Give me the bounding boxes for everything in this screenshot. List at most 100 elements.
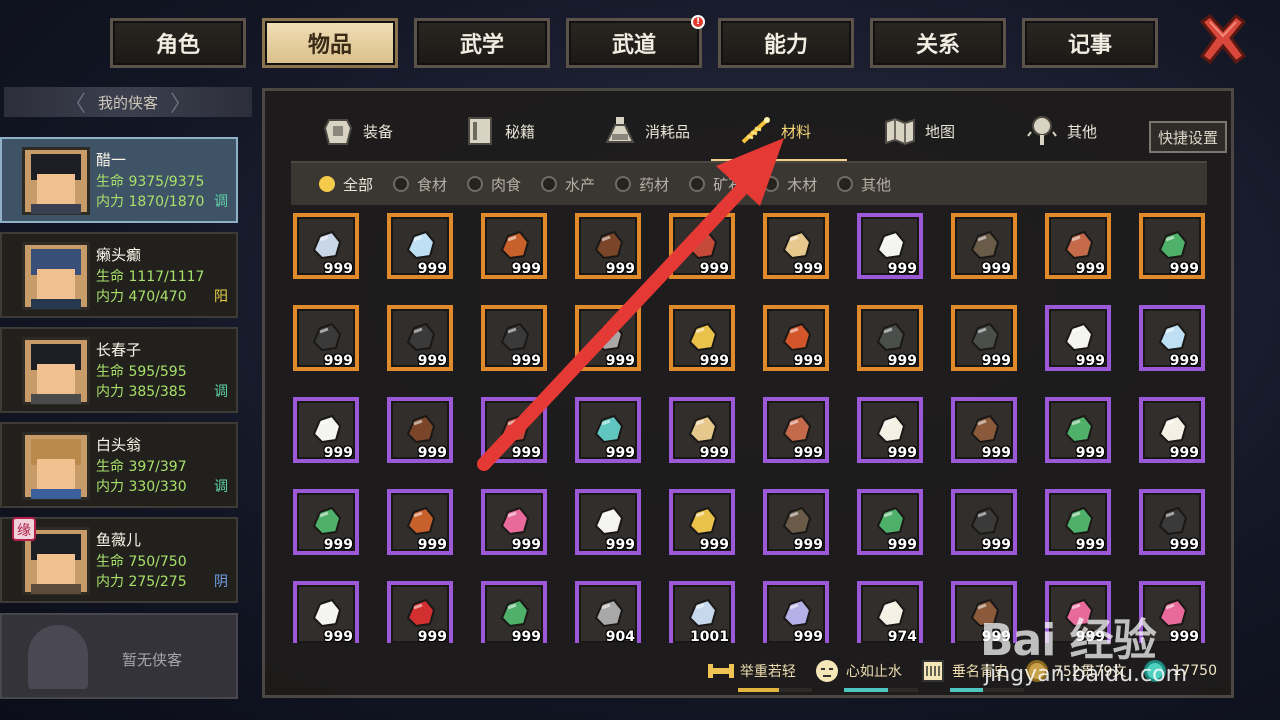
- category-label: 装备: [363, 122, 394, 141]
- item-slot[interactable]: 999: [1045, 489, 1111, 555]
- item-slot[interactable]: 999: [1045, 305, 1111, 371]
- item-quantity: 999: [1075, 445, 1105, 461]
- item-slot[interactable]: 999: [481, 489, 547, 555]
- category-label: 地图: [925, 122, 956, 141]
- hero-card[interactable]: 白头翁 生命 397/397 内力 330/330 调: [0, 422, 238, 508]
- item-slot[interactable]: 999: [669, 213, 735, 279]
- arrow-right-icon[interactable]: 〉: [170, 86, 192, 118]
- item-slot[interactable]: 999: [763, 489, 829, 555]
- item-slot[interactable]: 904: [575, 581, 641, 643]
- lava-rock-icon: [782, 322, 812, 351]
- tab-character[interactable]: 角色: [110, 18, 246, 68]
- tab-items[interactable]: 物品: [262, 18, 398, 68]
- item-slot[interactable]: 999: [481, 213, 547, 279]
- item-slot[interactable]: 999: [575, 489, 641, 555]
- radio-icon: [467, 176, 484, 192]
- brown-stone-icon: [782, 414, 812, 443]
- category-materials[interactable]: 材料: [739, 101, 811, 161]
- item-slot[interactable]: 999: [575, 305, 641, 371]
- quick-settings-button[interactable]: 快捷设置: [1149, 121, 1227, 153]
- tab-abilities[interactable]: 能力: [718, 18, 854, 68]
- item-slot[interactable]: 999: [763, 397, 829, 463]
- item-quantity: 999: [793, 353, 823, 369]
- item-slot[interactable]: 999: [293, 305, 359, 371]
- status-strength[interactable]: 举重若轻: [707, 658, 812, 692]
- item-slot[interactable]: 999: [1045, 397, 1111, 463]
- item-slot[interactable]: 999: [481, 581, 547, 643]
- hero-attribute-tag: 调: [214, 384, 228, 400]
- hero-card[interactable]: 长春子 生命 595/595 内力 385/385 调: [0, 327, 238, 413]
- tab-martial-path[interactable]: 武道!: [566, 15, 705, 68]
- category-consumables[interactable]: 消耗品: [603, 101, 690, 161]
- status-progress-fill: [949, 688, 984, 692]
- hero-card[interactable]: 缘 鱼薇儿 生命 750/750 内力 275/275 阴: [0, 517, 238, 603]
- filter-ores[interactable]: 矿石: [689, 174, 743, 195]
- category-maps[interactable]: 地图: [883, 101, 955, 161]
- item-slot[interactable]: 999: [857, 397, 923, 463]
- item-slot[interactable]: 999: [481, 305, 547, 371]
- item-slot[interactable]: 999: [669, 397, 735, 463]
- item-slot[interactable]: 974: [857, 581, 923, 643]
- filter-all[interactable]: 全部: [319, 174, 373, 195]
- item-slot[interactable]: 999: [763, 581, 829, 643]
- item-slot[interactable]: 999: [951, 489, 1017, 555]
- item-slot[interactable]: 999: [951, 305, 1017, 371]
- filter-wood[interactable]: 木材: [763, 174, 817, 195]
- category-others[interactable]: 其他: [1025, 101, 1097, 161]
- item-slot[interactable]: 999: [669, 489, 735, 555]
- filter-misc[interactable]: 其他: [837, 174, 891, 195]
- item-slot[interactable]: 999: [1045, 213, 1111, 279]
- filter-meat[interactable]: 肉食: [467, 174, 521, 195]
- item-quantity: 999: [323, 537, 353, 553]
- item-slot[interactable]: 999: [293, 213, 359, 279]
- tab-journal[interactable]: 记事: [1022, 18, 1158, 68]
- hero-mp: 内力 330/330: [96, 479, 187, 495]
- item-slot[interactable]: 1001: [669, 581, 735, 643]
- item-slot[interactable]: 999: [575, 213, 641, 279]
- white-lily-icon: [594, 506, 624, 535]
- tab-relations[interactable]: 关系: [870, 18, 1006, 68]
- radio-icon: [393, 176, 410, 192]
- item-slot[interactable]: 999: [481, 397, 547, 463]
- item-slot[interactable]: 999: [951, 213, 1017, 279]
- filter-ingredients[interactable]: 食材: [393, 174, 447, 195]
- item-slot[interactable]: 999: [1139, 213, 1205, 279]
- top-tab-bar: 角色 物品 武学 武道! 能力 关系 记事: [110, 15, 1158, 70]
- item-slot[interactable]: 999: [575, 397, 641, 463]
- jade-leaf-icon: [594, 414, 624, 443]
- item-slot[interactable]: 999: [763, 305, 829, 371]
- item-slot[interactable]: 999: [669, 305, 735, 371]
- filter-label: 全部: [343, 175, 374, 194]
- item-slot[interactable]: 999: [1139, 489, 1205, 555]
- close-icon[interactable]: [1196, 14, 1250, 66]
- item-slot[interactable]: 999: [387, 305, 453, 371]
- item-slot[interactable]: 999: [387, 397, 453, 463]
- category-manuals[interactable]: 秘籍: [463, 101, 535, 161]
- item-slot[interactable]: 999: [763, 213, 829, 279]
- item-quantity: 999: [511, 353, 541, 369]
- item-slot[interactable]: 999: [387, 581, 453, 643]
- item-slot[interactable]: 999: [387, 489, 453, 555]
- tab-martial-arts[interactable]: 武学: [414, 18, 550, 68]
- empty-hero-slot[interactable]: 暂无侠客: [0, 613, 238, 699]
- hero-card[interactable]: 癞头癫 生命 1117/1117 内力 470/470 阳: [0, 232, 238, 318]
- item-quantity: 999: [605, 537, 635, 553]
- arrow-left-icon[interactable]: 〈: [64, 86, 86, 118]
- item-slot[interactable]: 999: [1139, 397, 1205, 463]
- category-equipment[interactable]: 装备: [321, 101, 393, 161]
- item-slot[interactable]: 999: [857, 213, 923, 279]
- item-slot[interactable]: 999: [857, 305, 923, 371]
- hero-card[interactable]: 醋一 生命 9375/9375 内力 1870/1870 调: [0, 137, 238, 223]
- item-quantity: 999: [981, 261, 1011, 277]
- status-calm[interactable]: 心如止水: [814, 658, 918, 692]
- lizard-icon: [782, 506, 812, 535]
- item-slot[interactable]: 999: [293, 489, 359, 555]
- item-slot[interactable]: 999: [1139, 305, 1205, 371]
- filter-herbs[interactable]: 药材: [615, 174, 669, 195]
- filter-seafood[interactable]: 水产: [541, 174, 595, 195]
- item-slot[interactable]: 999: [951, 397, 1017, 463]
- item-slot[interactable]: 999: [387, 213, 453, 279]
- item-slot[interactable]: 999: [293, 397, 359, 463]
- item-slot[interactable]: 999: [857, 489, 923, 555]
- item-slot[interactable]: 999: [293, 581, 359, 643]
